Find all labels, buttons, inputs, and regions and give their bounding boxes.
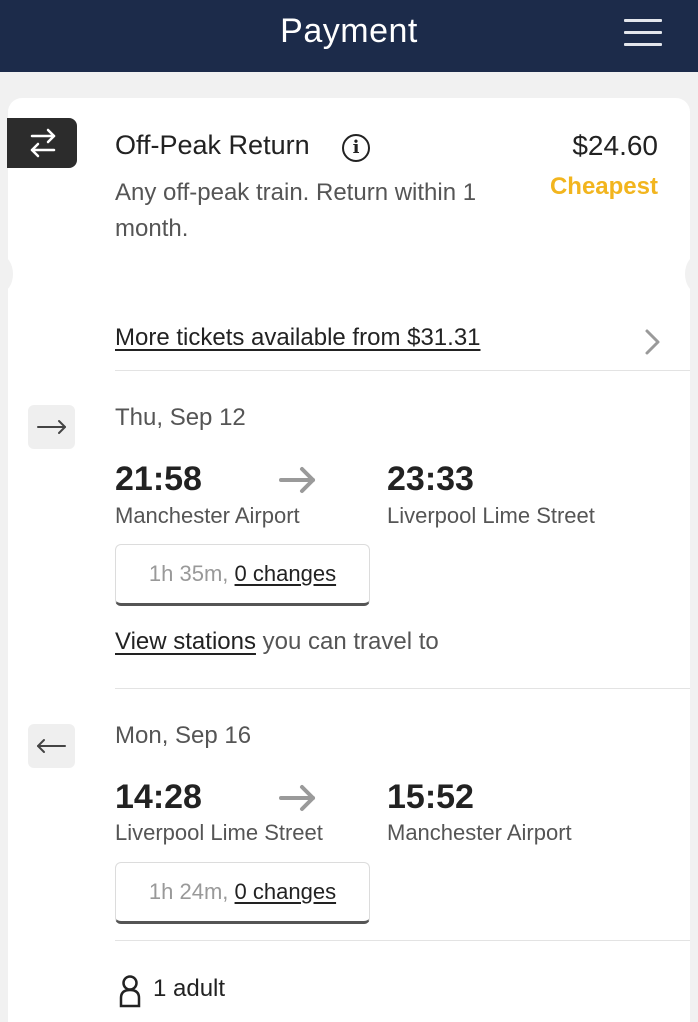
return-arrive-time: 15:52 — [387, 778, 474, 816]
ticket-name: Off-Peak Return — [115, 130, 310, 160]
view-stations-text: View stations you can travel to — [115, 628, 439, 656]
cheapest-badge: Cheapest — [549, 173, 658, 200]
outbound-changes-link[interactable]: 0 changes — [235, 561, 337, 586]
arrow-right-icon — [28, 405, 75, 449]
arrow-right-icon — [278, 783, 318, 813]
return-from-station: Liverpool Lime Street — [115, 820, 323, 845]
return-depart-time: 14:28 — [115, 778, 202, 816]
outbound-arrive-time: 23:33 — [387, 460, 474, 498]
return-changes-link[interactable]: 0 changes — [235, 879, 337, 904]
arrow-right-icon — [278, 465, 318, 495]
return-date: Mon, Sep 16 — [115, 722, 252, 749]
swap-arrows-icon — [7, 118, 77, 168]
return-duration: 1h 24m, — [148, 879, 229, 904]
info-icon[interactable]: i — [342, 134, 370, 162]
ticket-description: Any off-peak train. Return within 1 mont… — [115, 179, 477, 242]
app-header: Payment — [0, 0, 698, 72]
more-tickets-link[interactable]: More tickets available from $31.31 — [115, 324, 481, 352]
page-title: Payment — [280, 12, 418, 50]
outbound-to-station: Liverpool Lime Street — [387, 503, 595, 528]
divider — [115, 688, 690, 689]
divider — [115, 370, 690, 371]
chevron-right-icon[interactable] — [640, 327, 666, 357]
view-stations-rest: you can travel to — [255, 628, 439, 655]
return-journey-details-button[interactable]: 1h 24m, 0 changes — [115, 862, 370, 924]
hamburger-menu-icon[interactable] — [624, 19, 662, 47]
divider — [115, 940, 690, 941]
outbound-date: Thu, Sep 12 — [115, 404, 246, 431]
arrow-left-icon — [28, 724, 75, 768]
outbound-from-station: Manchester Airport — [115, 503, 300, 528]
passenger-count: 1 adult — [153, 975, 226, 1002]
person-icon — [118, 974, 142, 1008]
ticket-price: $24.60 — [572, 130, 658, 161]
outbound-journey-details-button[interactable]: 1h 35m, 0 changes — [115, 544, 370, 606]
view-stations-link[interactable]: View stations — [115, 628, 256, 655]
return-to-station: Manchester Airport — [387, 820, 572, 845]
outbound-duration: 1h 35m, — [148, 561, 229, 586]
outbound-depart-time: 21:58 — [115, 460, 202, 498]
